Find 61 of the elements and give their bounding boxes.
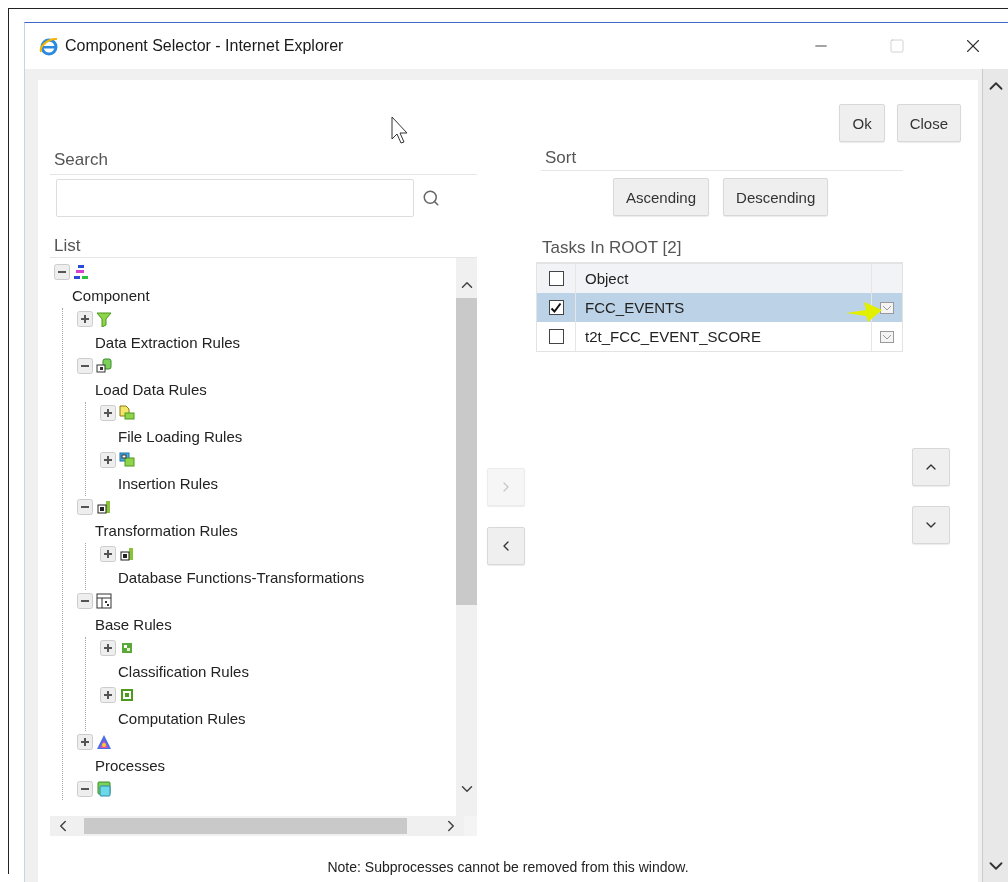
row-checkbox[interactable] bbox=[548, 329, 564, 344]
expand-icon[interactable] bbox=[100, 640, 116, 656]
tree-item[interactable]: Transformation Rules bbox=[95, 518, 456, 543]
section-heading: Sort bbox=[541, 148, 903, 171]
page-scrollbar[interactable] bbox=[982, 69, 1008, 882]
browser-logo-icon bbox=[39, 36, 59, 56]
close-button[interactable]: Close bbox=[896, 104, 961, 142]
expand-icon[interactable] bbox=[100, 687, 116, 703]
grid-icon bbox=[119, 640, 135, 656]
funnel-icon bbox=[96, 311, 112, 327]
dropdown-icon[interactable] bbox=[880, 330, 894, 343]
section-heading: List bbox=[53, 236, 82, 257]
horizontal-scrollbar[interactable] bbox=[50, 816, 464, 836]
section-heading: Search bbox=[50, 150, 477, 175]
window-title: Component Selector - Internet Explorer bbox=[65, 37, 345, 55]
expand-icon[interactable] bbox=[77, 311, 93, 327]
row-checkbox[interactable] bbox=[548, 300, 564, 315]
select-all-checkbox[interactable] bbox=[548, 271, 564, 286]
tree-item[interactable]: Base Rules bbox=[95, 612, 456, 637]
tree-item[interactable]: Load Data Rules bbox=[95, 377, 456, 402]
dropdown-icon[interactable] bbox=[880, 301, 894, 314]
scrollbar-thumb[interactable] bbox=[456, 298, 477, 605]
transform-icon bbox=[96, 499, 112, 515]
frame-icon bbox=[119, 687, 135, 703]
database-icon bbox=[96, 358, 112, 374]
table-cell: t2t_FCC_EVENT_SCORE bbox=[575, 322, 871, 351]
tree-item[interactable]: Data Extraction Rules bbox=[95, 330, 456, 355]
stack-icon bbox=[96, 781, 112, 797]
expand-icon[interactable] bbox=[100, 546, 116, 562]
transform-icon bbox=[119, 546, 135, 562]
mouse-cursor-icon bbox=[391, 116, 409, 144]
expand-icon[interactable] bbox=[100, 452, 116, 468]
sort-ascending-button[interactable]: Ascending bbox=[613, 178, 710, 216]
tree-item[interactable]: Processes bbox=[95, 753, 456, 778]
tree-item[interactable]: Insertion Rules bbox=[118, 471, 456, 496]
collapse-icon[interactable] bbox=[77, 499, 93, 515]
collapse-icon[interactable] bbox=[77, 593, 93, 609]
collapse-icon[interactable] bbox=[77, 781, 93, 797]
tree-item[interactable]: File Loading Rules bbox=[118, 424, 456, 449]
ok-button[interactable]: Ok bbox=[839, 104, 885, 142]
table-title: Tasks In ROOT [2] bbox=[542, 238, 683, 258]
tree-item[interactable]: Classification Rules bbox=[118, 659, 456, 684]
sort-descending-button[interactable]: Descending bbox=[723, 178, 829, 216]
hierarchy-icon bbox=[73, 264, 89, 280]
file-icon bbox=[119, 405, 135, 421]
note-text: Note: Subprocesses cannot be removed from this window. bbox=[326, 858, 690, 877]
search-field[interactable] bbox=[56, 179, 414, 217]
tree-item[interactable]: Component bbox=[72, 283, 456, 308]
search-icon[interactable] bbox=[422, 189, 440, 207]
collapse-icon[interactable] bbox=[77, 358, 93, 374]
layout-icon bbox=[96, 593, 112, 609]
tree-item[interactable]: Database Functions-Transformations bbox=[118, 565, 456, 590]
pyramid-icon bbox=[96, 734, 112, 750]
tree-item[interactable]: Computation Rules bbox=[118, 706, 456, 731]
table-row[interactable]: FCC_EVENTS bbox=[537, 293, 902, 322]
expand-icon[interactable] bbox=[100, 405, 116, 421]
scrollbar-thumb[interactable] bbox=[84, 818, 407, 834]
collapse-icon[interactable] bbox=[54, 264, 70, 280]
vertical-scrollbar[interactable] bbox=[456, 258, 477, 816]
expand-icon[interactable] bbox=[77, 734, 93, 750]
windows-icon bbox=[119, 452, 135, 468]
